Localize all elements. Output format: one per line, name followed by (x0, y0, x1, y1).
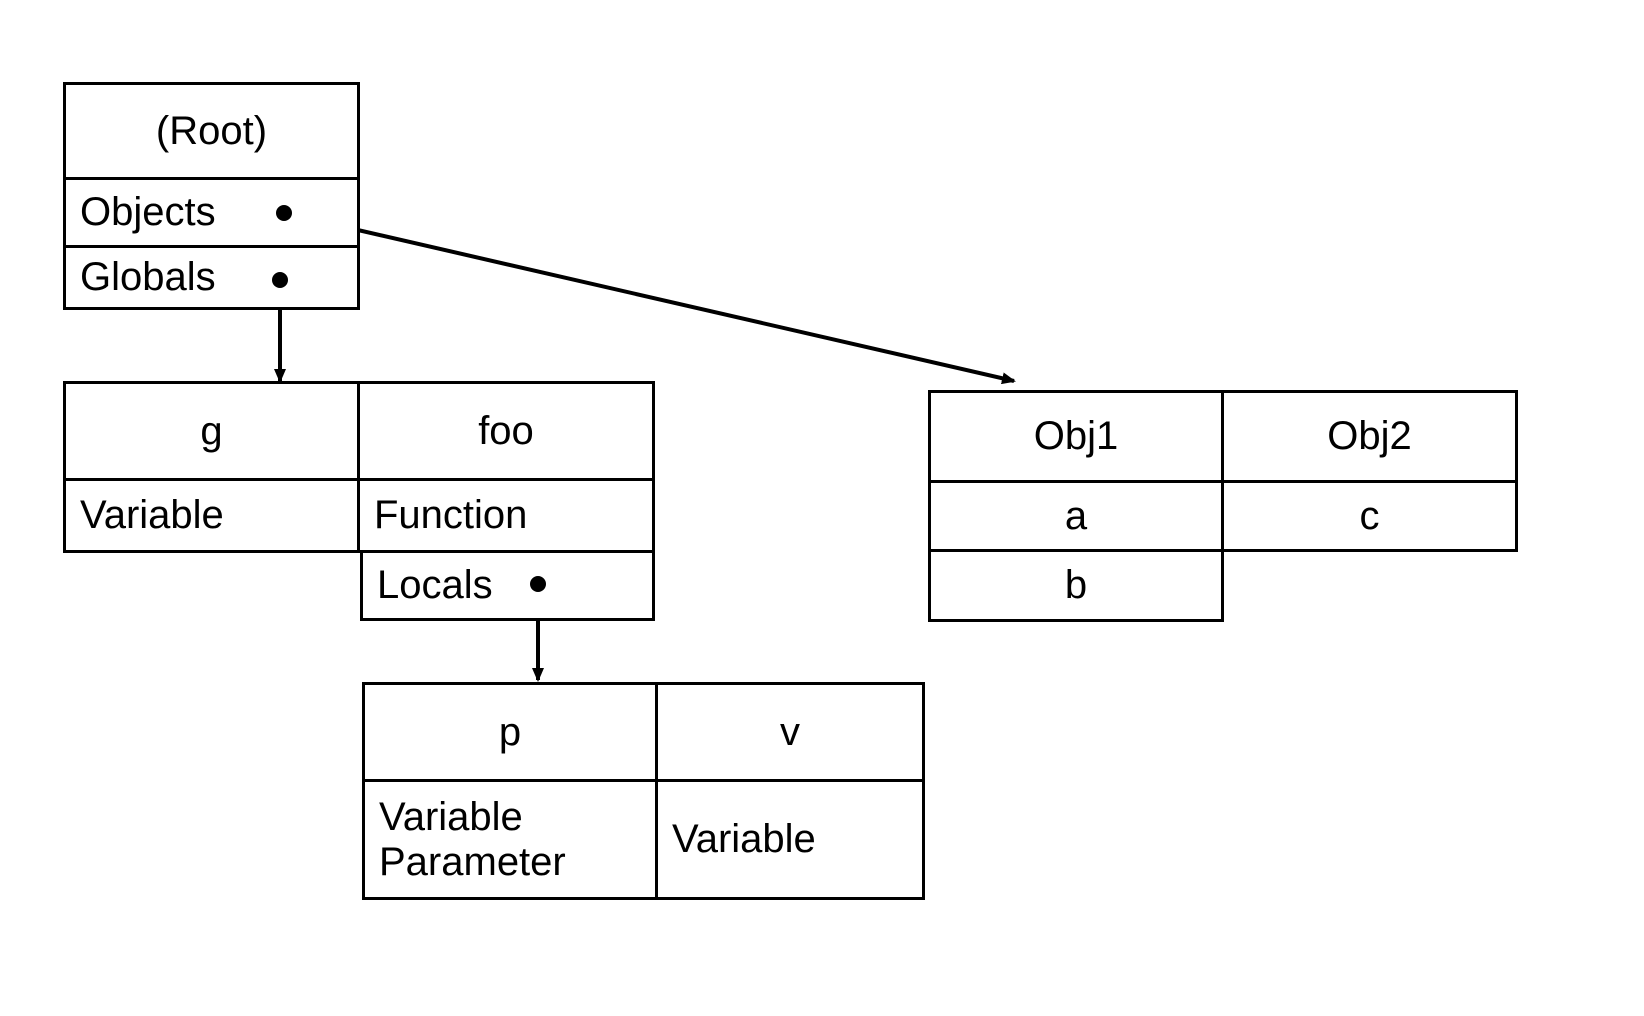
diagram-canvas: (Root) Objects Globals g Variable foo Fu… (0, 0, 1644, 1016)
locals-col-p-row-0[interactable]: Variable Parameter (362, 782, 658, 900)
objects-col-obj2-header-label: Obj2 (1327, 414, 1412, 459)
locals-col-v-header-label: v (780, 709, 800, 754)
locals-col-p-row-0-label: Variable Parameter (379, 794, 566, 884)
locals-col-v-row-0-label: Variable (672, 817, 816, 862)
objects-col-obj2-row-0[interactable]: c (1224, 483, 1518, 552)
root-row-globals-label: Globals (80, 255, 216, 300)
globals-col-foo-header: foo (360, 381, 655, 481)
globals-reference-dot (272, 272, 288, 288)
root-row-objects-label: Objects (80, 190, 216, 235)
objects-col-obj2-header: Obj2 (1224, 390, 1518, 483)
objects-col-obj1-row-0-label: a (1064, 493, 1088, 538)
locals-col-v-header: v (658, 682, 925, 782)
locals-reference-dot (530, 576, 546, 592)
locals-col-p-header: p (362, 682, 658, 782)
locals-col-p-header-label: p (498, 709, 522, 754)
objects-col-obj1-row-1[interactable]: b (928, 552, 1224, 622)
connector-objects-to-objects-table (283, 211, 1016, 385)
objects-col-obj2-row-0-label: c (1359, 493, 1380, 538)
globals-col-g-header: g (63, 381, 360, 481)
globals-col-g-row-0-label: Variable (80, 493, 224, 538)
globals-col-foo-row-0-label: Function (374, 493, 528, 538)
root-row-globals[interactable]: Globals (63, 248, 360, 310)
root-header-cell: (Root) (63, 82, 360, 180)
objects-col-obj1-row-0[interactable]: a (928, 483, 1224, 552)
root-header-label: (Root) (155, 108, 268, 153)
globals-col-foo-row-1-label: Locals (377, 563, 493, 608)
root-row-objects[interactable]: Objects (63, 180, 360, 248)
objects-reference-dot (276, 205, 292, 221)
globals-col-g-row-0[interactable]: Variable (63, 481, 360, 553)
globals-col-foo-row-1[interactable]: Locals (360, 553, 655, 621)
objects-col-obj1-header-label: Obj1 (1033, 414, 1119, 459)
objects-col-obj1-row-1-label: b (1064, 563, 1088, 608)
objects-col-obj1-header: Obj1 (928, 390, 1224, 483)
globals-col-foo-row-0[interactable]: Function (360, 481, 655, 553)
globals-col-g-header-label: g (200, 408, 223, 453)
globals-col-foo-header-label: foo (478, 408, 534, 453)
locals-col-v-row-0[interactable]: Variable (658, 782, 925, 900)
